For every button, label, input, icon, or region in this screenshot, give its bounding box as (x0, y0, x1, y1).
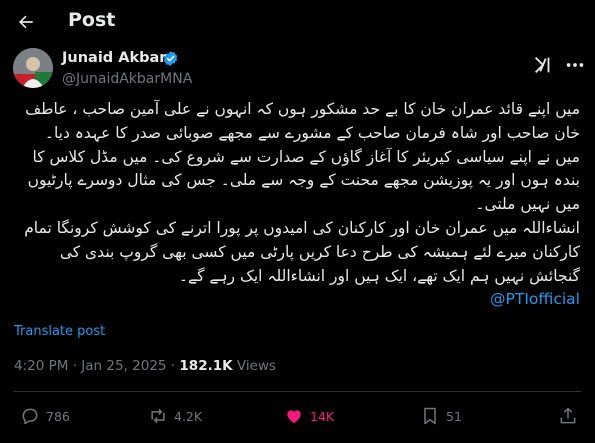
share-icon (560, 407, 576, 424)
heart-icon (287, 410, 301, 424)
tweet-text: میں اپنے قائد عمران خان کا بے حد مشکور ہ… (14, 98, 580, 312)
tweet-line: خان صاحب اور شاہ فرمان صاحب کے مشورے سے … (44, 123, 580, 142)
author-handle[interactable]: @JunaidAkbarMNA (62, 71, 192, 87)
repost-count: 4.2K (174, 408, 203, 424)
page-title: Post (68, 9, 116, 31)
post-date[interactable]: Jan 25, 2025 (81, 358, 166, 374)
meta-separator: · (72, 358, 77, 374)
like-button[interactable]: 14K (284, 405, 334, 427)
author-name[interactable]: Junaid Akbar (62, 50, 166, 66)
like-count: 14K (310, 408, 335, 424)
tweet-mention-line: @PTIofficial (14, 288, 580, 312)
tweet-line: بندہ ہوں اور یہ پوزیشن مجھے محنت کے وجہ … (27, 171, 580, 190)
tweet-line: میں نے اپنے سیاسی کیریئر کا آغاز گاؤں کے… (32, 147, 580, 166)
meta-separator: · (170, 358, 176, 374)
verified-badge-icon (163, 51, 178, 66)
grok-icon[interactable] (532, 54, 554, 76)
views-label: Views (236, 358, 276, 374)
share-button[interactable] (558, 405, 584, 427)
avatar[interactable] (13, 48, 53, 88)
tweet-line: کارکنان میرے لئے ہمیشہ کی طرح دعا کریں پ… (59, 242, 580, 261)
bookmark-icon (424, 407, 436, 425)
bookmark-count: 51 (446, 408, 462, 424)
tweet-line: گنجائش نہیں ہم ایک تھے، ایک ہیں اور انشا… (178, 266, 580, 285)
post-meta: 4:20 PM · Jan 25, 2025 · 182.1K Views (14, 358, 276, 374)
tweet-line: میں نہیں ملتی۔ (475, 195, 580, 214)
bookmark-button[interactable]: 51 (420, 405, 462, 427)
tweet-line: میں اپنے قائد عمران خان کا بے حد مشکور ہ… (25, 100, 580, 118)
back-button[interactable] (12, 8, 40, 36)
tweet-line: انشاءاللہ میں عمران خان اور کارکنان کی ا… (24, 218, 580, 237)
top-bar: Post (0, 0, 595, 44)
arrow-left-icon (19, 15, 33, 29)
views-count[interactable]: 182.1K (179, 358, 232, 374)
repost-button[interactable]: 4.2K (148, 405, 202, 427)
mention-link[interactable]: @PTIofficial (490, 290, 580, 308)
avatar-image (13, 48, 53, 88)
reply-icon (22, 408, 38, 425)
reply-button[interactable]: 786 (20, 405, 70, 427)
repost-icon (151, 408, 165, 424)
translate-post-link[interactable]: Translate post (14, 324, 105, 339)
reply-count: 786 (46, 408, 70, 424)
divider (14, 391, 581, 392)
post-time[interactable]: 4:20 PM (14, 358, 68, 374)
more-options-icon[interactable] (564, 54, 586, 76)
